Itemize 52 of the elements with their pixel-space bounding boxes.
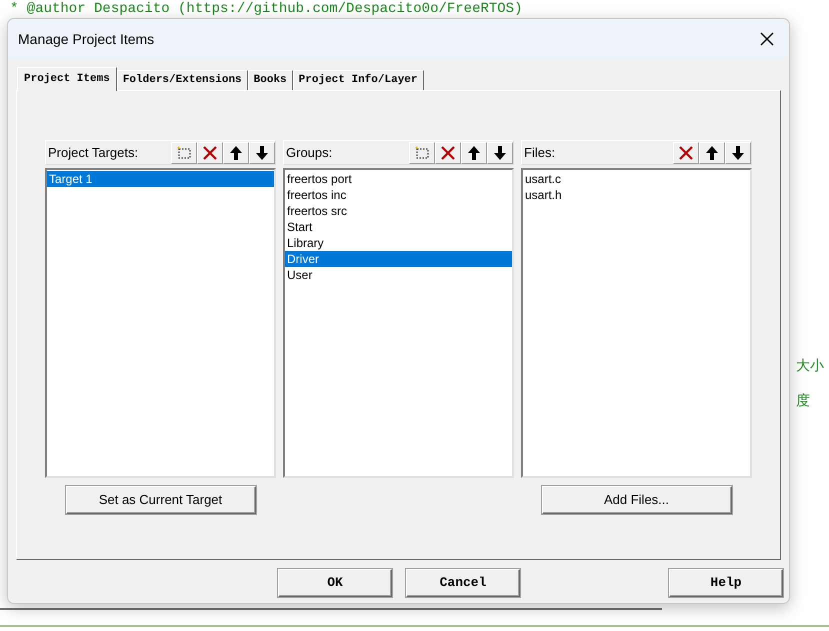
arrow-up-icon xyxy=(229,144,243,160)
tab[interactable]: Project Items xyxy=(17,67,117,91)
move-down-button[interactable] xyxy=(487,142,513,164)
pane-label: Groups: xyxy=(286,144,332,162)
list-box[interactable]: Target 1 xyxy=(45,168,276,478)
delete-button[interactable] xyxy=(673,142,699,164)
pane-label: Files: xyxy=(524,144,556,162)
delete-button[interactable] xyxy=(197,142,223,164)
new-item-icon xyxy=(414,146,430,160)
code-comment: * @author Despacito (https://github.com/Despacito0o/FreeRTOS) xyxy=(10,0,522,18)
tab[interactable]: Books xyxy=(248,70,293,90)
list-box[interactable]: freertos port freertos inc freertos src Start Library Driver User xyxy=(283,168,514,478)
list-item[interactable]: User xyxy=(285,267,512,283)
pane-button[interactable]: Set as Current Target xyxy=(66,486,256,514)
delete-button[interactable] xyxy=(435,142,461,164)
list-item[interactable]: Driver xyxy=(285,251,512,267)
move-up-button[interactable] xyxy=(699,142,725,164)
list-item[interactable]: usart.c xyxy=(523,171,750,187)
move-up-button[interactable] xyxy=(223,142,249,164)
move-up-button[interactable] xyxy=(461,142,487,164)
close-icon xyxy=(760,32,774,46)
delete-icon xyxy=(202,144,218,160)
list-item[interactable]: Library xyxy=(285,235,512,251)
arrow-down-icon xyxy=(255,144,269,160)
new-item-icon xyxy=(176,146,192,160)
window-title: Manage Project Items xyxy=(18,30,154,49)
ok-button[interactable]: OK xyxy=(278,569,392,597)
pane-label: Project Targets: xyxy=(48,144,138,162)
list-item[interactable]: freertos src xyxy=(285,203,512,219)
list-box[interactable]: usart.c usart.h xyxy=(521,168,752,478)
list-item[interactable]: Target 1 xyxy=(47,171,274,187)
arrow-down-icon xyxy=(493,144,507,160)
list-item[interactable]: usart.h xyxy=(523,187,750,203)
arrow-down-icon xyxy=(731,144,745,160)
new-button[interactable] xyxy=(409,142,435,164)
arrow-up-icon xyxy=(467,144,481,160)
code-comment: 大小 xyxy=(796,356,824,375)
code-comment: 度 xyxy=(796,391,811,410)
delete-icon xyxy=(440,144,456,160)
move-down-button[interactable] xyxy=(249,142,275,164)
arrow-up-icon xyxy=(705,144,719,160)
delete-icon xyxy=(678,144,694,160)
list-item[interactable]: Start xyxy=(285,219,512,235)
cancel-button[interactable]: Cancel xyxy=(406,569,520,597)
tab[interactable]: Project Info/Layer xyxy=(292,70,424,90)
new-button[interactable] xyxy=(171,142,197,164)
tab[interactable]: Folders/Extensions xyxy=(116,70,248,90)
list-item[interactable]: freertos inc xyxy=(285,187,512,203)
help-button[interactable]: Help xyxy=(669,569,783,597)
move-down-button[interactable] xyxy=(725,142,751,164)
list-item[interactable]: freertos port xyxy=(285,171,512,187)
pane-button[interactable]: Add Files... xyxy=(542,486,732,514)
